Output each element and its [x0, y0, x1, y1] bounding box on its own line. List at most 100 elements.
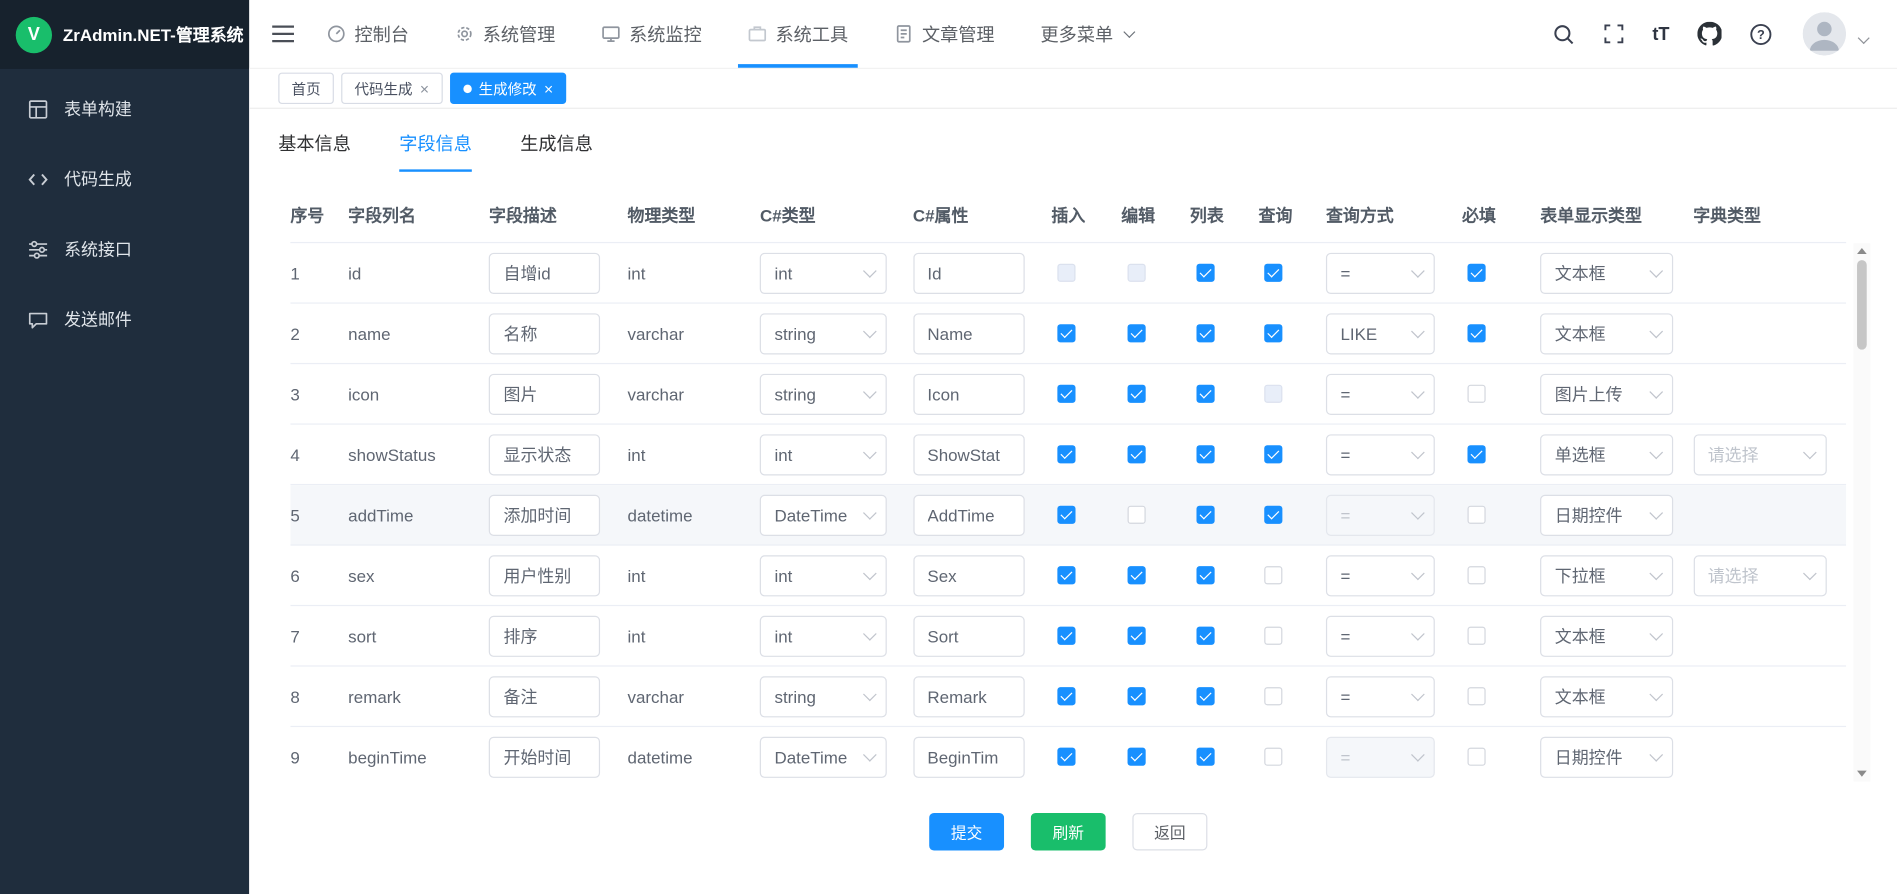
query-method-select[interactable]: = — [1326, 555, 1435, 596]
scroll-up-icon[interactable] — [1853, 243, 1870, 259]
csharp-property-input[interactable] — [913, 736, 1024, 777]
edit-checkbox[interactable] — [1127, 627, 1145, 645]
display-type-select[interactable]: 文本框 — [1540, 615, 1673, 656]
edit-checkbox[interactable] — [1127, 324, 1145, 342]
edit-checkbox[interactable] — [1127, 385, 1145, 403]
edit-checkbox[interactable] — [1127, 748, 1145, 766]
sidebar-item-form-builder[interactable]: 表单构建 — [0, 74, 249, 144]
nav-item-dashboard[interactable]: 控制台 — [327, 0, 409, 68]
list-checkbox[interactable] — [1196, 385, 1214, 403]
list-checkbox[interactable] — [1196, 627, 1214, 645]
tab-field-info[interactable]: 字段信息 — [399, 131, 472, 172]
csharp-property-input[interactable] — [913, 615, 1024, 656]
query-checkbox[interactable] — [1265, 264, 1283, 282]
csharp-property-input[interactable] — [913, 555, 1024, 596]
display-type-select[interactable]: 图片上传 — [1540, 373, 1673, 414]
insert-checkbox[interactable] — [1057, 385, 1075, 403]
query-checkbox[interactable] — [1265, 748, 1283, 766]
csharp-property-input[interactable] — [913, 676, 1024, 717]
list-checkbox[interactable] — [1196, 566, 1214, 584]
tag-home[interactable]: 首页 — [278, 73, 334, 104]
github-icon[interactable] — [1697, 22, 1721, 46]
required-checkbox[interactable] — [1468, 627, 1486, 645]
fullscreen-icon[interactable] — [1603, 23, 1625, 45]
csharp-property-input[interactable] — [913, 313, 1024, 354]
insert-checkbox[interactable] — [1057, 627, 1075, 645]
display-type-select[interactable]: 单选框 — [1540, 434, 1673, 475]
column-description-input[interactable] — [489, 736, 600, 777]
required-checkbox[interactable] — [1468, 566, 1486, 584]
column-description-input[interactable] — [489, 434, 600, 475]
required-checkbox[interactable] — [1468, 264, 1486, 282]
column-description-input[interactable] — [489, 615, 600, 656]
csharp-type-select[interactable]: DateTime — [760, 494, 887, 535]
list-checkbox[interactable] — [1196, 324, 1214, 342]
list-checkbox[interactable] — [1196, 506, 1214, 524]
required-checkbox[interactable] — [1468, 385, 1486, 403]
close-icon[interactable]: × — [420, 80, 429, 96]
query-checkbox[interactable] — [1265, 506, 1283, 524]
vertical-scrollbar[interactable] — [1853, 243, 1870, 781]
query-method-select[interactable]: LIKE — [1326, 313, 1435, 354]
nav-item-system-monitor[interactable]: 系统监控 — [601, 0, 701, 68]
sidebar-item-system-api[interactable]: 系统接口 — [0, 214, 249, 284]
nav-item-more-menus[interactable]: 更多菜单 — [1041, 0, 1134, 68]
insert-checkbox[interactable] — [1057, 748, 1075, 766]
required-checkbox[interactable] — [1468, 324, 1486, 342]
list-checkbox[interactable] — [1196, 748, 1214, 766]
query-checkbox[interactable] — [1265, 687, 1283, 705]
display-type-select[interactable]: 日期控件 — [1540, 736, 1673, 777]
avatar[interactable] — [1803, 12, 1847, 56]
close-icon[interactable]: × — [544, 80, 553, 96]
csharp-type-select[interactable]: int — [760, 615, 887, 656]
display-type-select[interactable]: 下拉框 — [1540, 555, 1673, 596]
edit-checkbox[interactable] — [1127, 687, 1145, 705]
tag-generate-edit[interactable]: 生成修改 × — [450, 73, 567, 104]
required-checkbox[interactable] — [1468, 506, 1486, 524]
refresh-button[interactable]: 刷新 — [1031, 813, 1106, 851]
edit-checkbox[interactable] — [1127, 506, 1145, 524]
required-checkbox[interactable] — [1468, 445, 1486, 463]
csharp-property-input[interactable] — [913, 494, 1024, 535]
list-checkbox[interactable] — [1196, 445, 1214, 463]
submit-button[interactable]: 提交 — [929, 813, 1004, 851]
insert-checkbox[interactable] — [1057, 566, 1075, 584]
display-type-select[interactable]: 文本框 — [1540, 252, 1673, 293]
column-description-input[interactable] — [489, 494, 600, 535]
help-icon[interactable]: ? — [1749, 22, 1772, 45]
csharp-type-select[interactable]: int — [760, 434, 887, 475]
csharp-property-input[interactable] — [913, 373, 1024, 414]
column-description-input[interactable] — [489, 313, 600, 354]
query-method-select[interactable]: = — [1326, 676, 1435, 717]
query-checkbox[interactable] — [1265, 627, 1283, 645]
tab-generate-info[interactable]: 生成信息 — [520, 131, 593, 172]
nav-item-system-tools[interactable]: 系统工具 — [748, 0, 848, 68]
csharp-type-select[interactable]: string — [760, 313, 887, 354]
column-description-input[interactable] — [489, 555, 600, 596]
edit-checkbox[interactable] — [1127, 445, 1145, 463]
insert-checkbox[interactable] — [1057, 506, 1075, 524]
csharp-type-select[interactable]: string — [760, 676, 887, 717]
csharp-property-input[interactable] — [913, 434, 1024, 475]
required-checkbox[interactable] — [1468, 748, 1486, 766]
query-method-select[interactable]: = — [1326, 252, 1435, 293]
search-icon[interactable] — [1552, 22, 1575, 45]
column-description-input[interactable] — [489, 676, 600, 717]
dict-type-select[interactable]: 请选择 — [1693, 434, 1826, 475]
query-method-select[interactable]: = — [1326, 615, 1435, 656]
tag-code-generation[interactable]: 代码生成 × — [341, 73, 442, 104]
dict-type-select[interactable]: 请选择 — [1693, 555, 1826, 596]
app-logo[interactable]: V ZrAdmin.NET-管理系统 — [0, 0, 249, 69]
nav-item-system-management[interactable]: 系统管理 — [455, 0, 555, 68]
user-menu-chevron-icon[interactable] — [1858, 32, 1870, 44]
display-type-select[interactable]: 文本框 — [1540, 313, 1673, 354]
insert-checkbox[interactable] — [1057, 687, 1075, 705]
nav-item-article-management[interactable]: 文章管理 — [894, 0, 994, 68]
edit-checkbox[interactable] — [1127, 566, 1145, 584]
sidebar-item-code-generation[interactable]: 代码生成 — [0, 144, 249, 214]
back-button[interactable]: 返回 — [1132, 813, 1207, 851]
tab-basic-info[interactable]: 基本信息 — [278, 131, 351, 172]
query-checkbox[interactable] — [1265, 566, 1283, 584]
font-size-icon[interactable]: tT — [1652, 24, 1669, 45]
scroll-down-icon[interactable] — [1853, 766, 1870, 782]
